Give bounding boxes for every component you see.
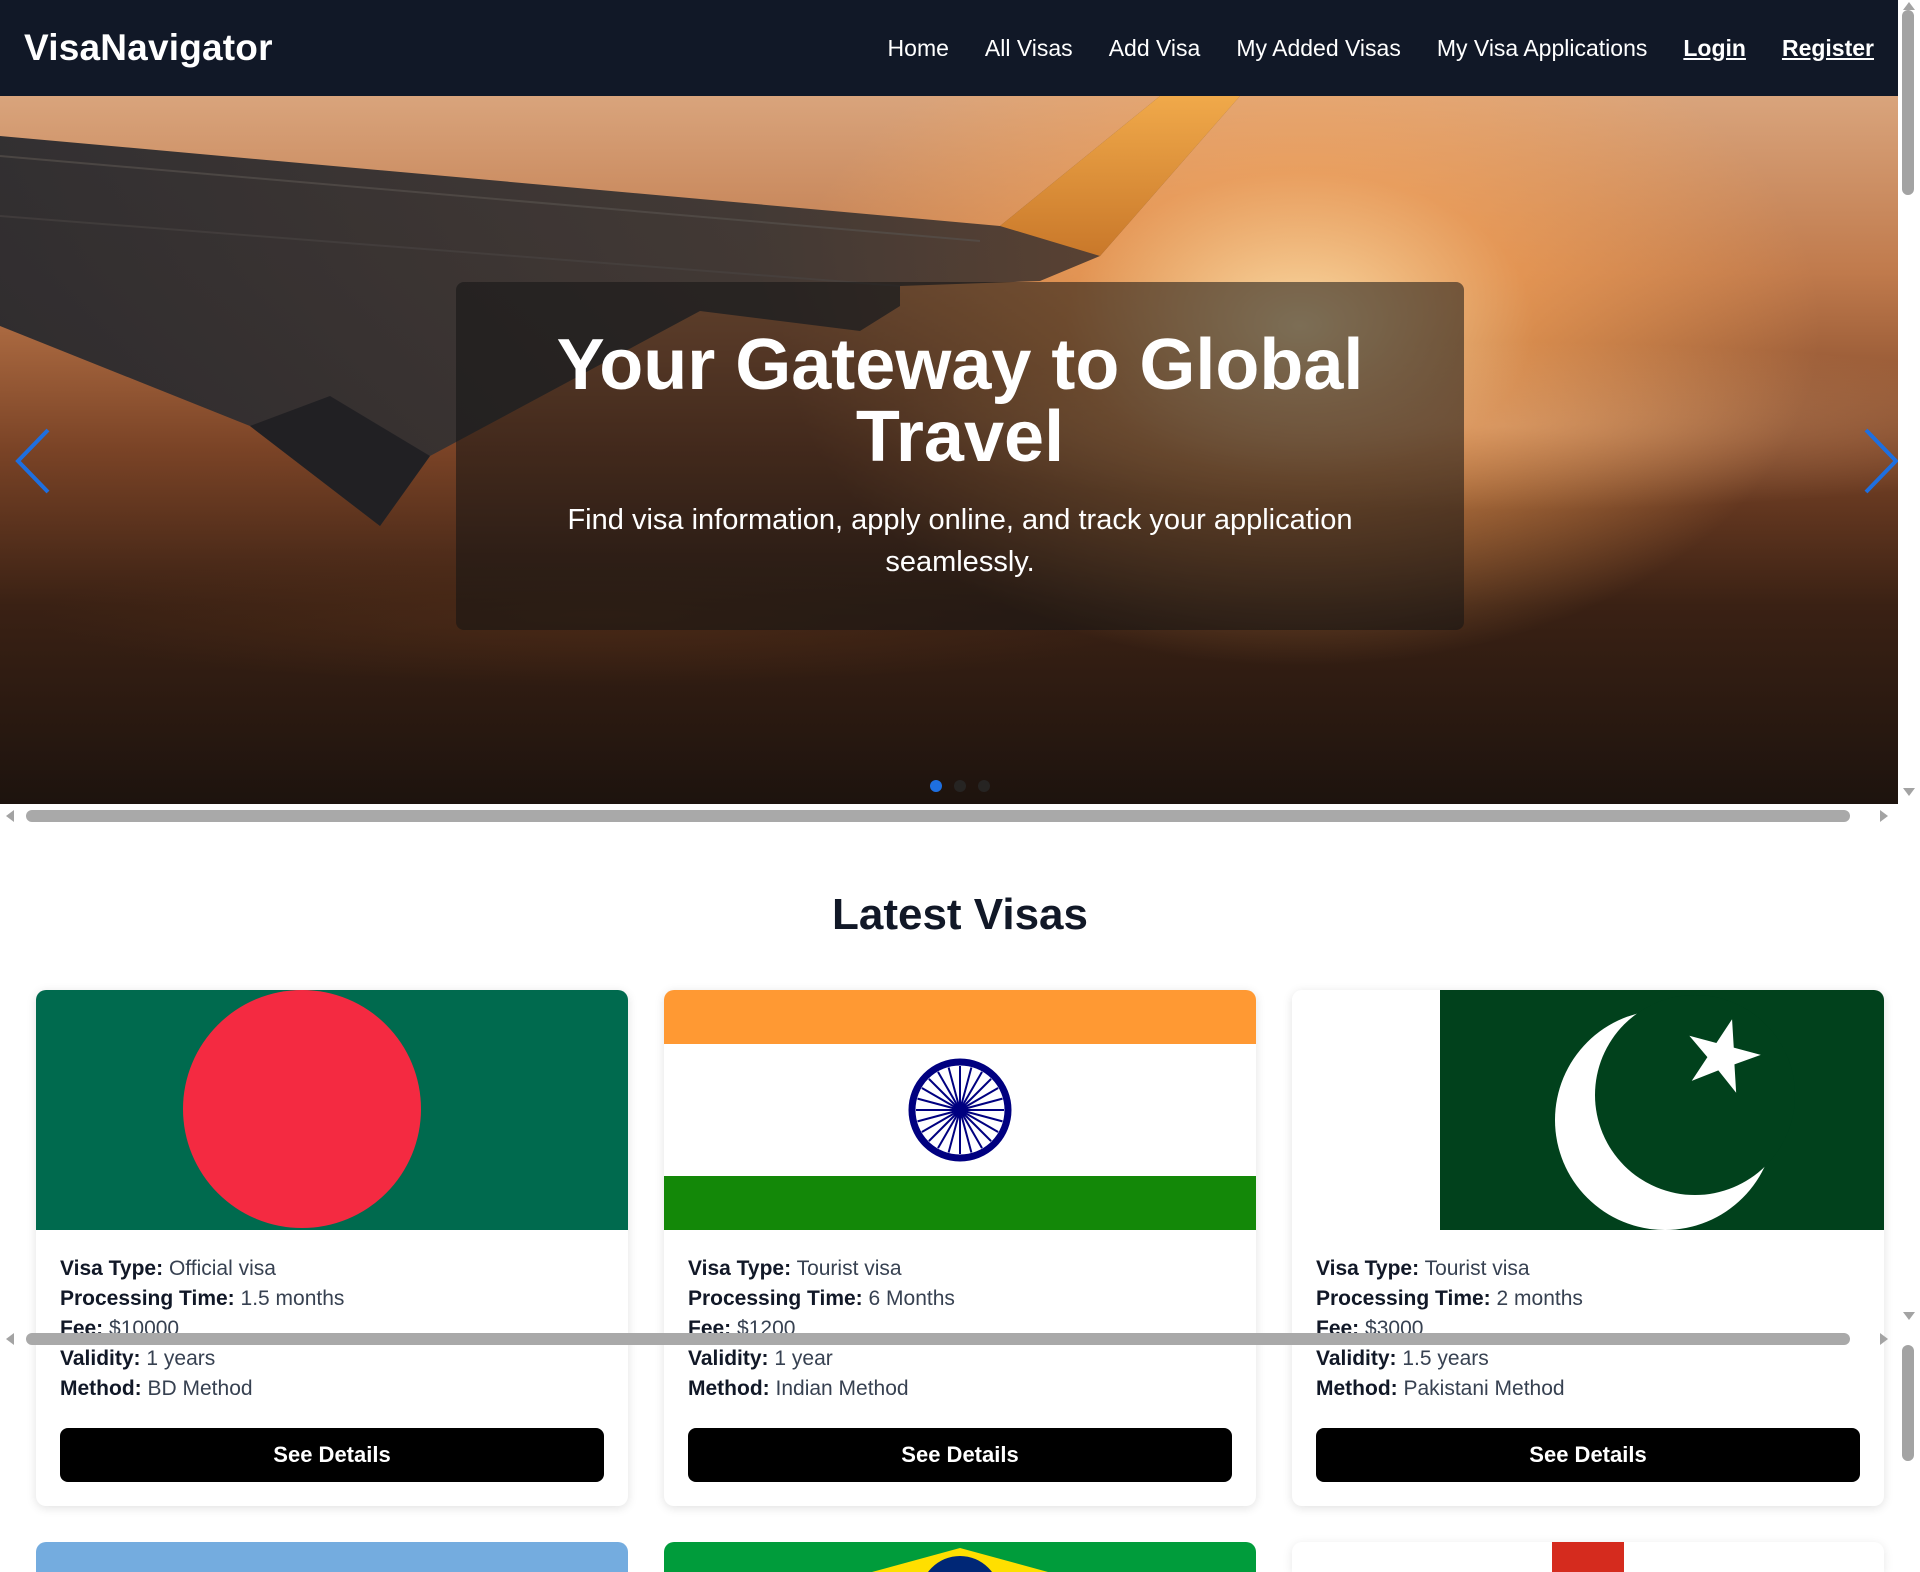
visa-type-value: Official visa [168,1257,276,1280]
validity-value: 1.5 years [1402,1347,1489,1370]
nav-register[interactable]: Register [1782,35,1874,62]
visa-type-label: Visa Type: [688,1257,792,1280]
inner-horizontal-scrollbar[interactable] [0,1328,1898,1350]
processing-time-value: 1.5 months [240,1287,345,1310]
method-label: Method: [688,1377,770,1400]
validity-value: 1 years [146,1347,216,1370]
visa-type-value: Tourist visa [1424,1257,1530,1280]
carousel-next-button[interactable] [1860,426,1898,496]
scrollbar-thumb[interactable] [1902,1345,1914,1461]
visa-card: Visa Type: Tourist visa Processing Time:… [1292,990,1884,1506]
nav-all-visas[interactable]: All Visas [985,35,1073,62]
flag-circle [183,990,421,1228]
processing-time-label: Processing Time: [1316,1287,1491,1310]
see-details-button[interactable]: See Details [60,1428,604,1482]
validity-label: Validity: [60,1347,141,1370]
navbar: VisaNavigator Home All Visas Add Visa My… [0,0,1898,96]
method-label: Method: [60,1377,142,1400]
vertical-scrollbar[interactable] [1898,0,1920,1572]
method-row: Method: Indian Method [688,1374,1232,1404]
argentina-flag [36,1542,628,1572]
flag-red-block [1552,1542,1624,1572]
chevron-left-icon [15,428,50,494]
nav-links: Home All Visas Add Visa My Added Visas M… [888,35,1874,62]
visa-type-label: Visa Type: [1316,1257,1420,1280]
visa-info: Visa Type: Tourist visa Processing Time:… [1292,1230,1884,1404]
hero-title: Your Gateway to Global Travel [556,325,1364,477]
hero-carousel: Your Gateway to Global Travel Find visa … [0,96,1898,804]
next-flag-card [1292,1542,1884,1572]
scroll-down-icon[interactable] [1903,788,1915,796]
brand-logo[interactable]: VisaNavigator [24,27,273,69]
carousel-prev-button[interactable] [14,426,54,496]
scroll-left-icon[interactable] [6,1333,14,1345]
method-row: Method: Pakistani Method [1316,1374,1860,1404]
visa-card: Visa Type: Official visa Processing Time… [36,990,628,1506]
visa-card: Visa Type: Tourist visa Processing Time:… [664,990,1256,1506]
brazil-flag [664,1542,1256,1572]
scroll-right-icon[interactable] [1880,810,1888,822]
visa-type-row: Visa Type: Tourist visa [1316,1254,1860,1284]
pakistan-flag [1292,990,1884,1230]
method-value: Indian Method [775,1377,909,1400]
validity-value: 1 year [774,1347,833,1370]
bangladesh-flag [36,990,628,1230]
see-details-button[interactable]: See Details [688,1428,1232,1482]
processing-time-value: 6 Months [868,1287,955,1310]
scroll-up-icon[interactable] [1903,2,1915,10]
nav-my-visa-applications[interactable]: My Visa Applications [1437,35,1648,62]
visa-info: Visa Type: Tourist visa Processing Time:… [664,1230,1256,1404]
see-details-button[interactable]: See Details [1316,1428,1860,1482]
chevron-right-icon [1864,428,1898,494]
processing-time-value: 2 months [1496,1287,1583,1310]
processing-time-label: Processing Time: [60,1287,235,1310]
visa-type-row: Visa Type: Tourist visa [688,1254,1232,1284]
validity-label: Validity: [1316,1347,1397,1370]
carousel-pagination [930,780,990,792]
scrollbar-thumb[interactable] [26,1333,1850,1345]
method-row: Method: BD Method [60,1374,604,1404]
visa-type-row: Visa Type: Official visa [60,1254,604,1284]
visa-info: Visa Type: Official visa Processing Time… [36,1230,628,1404]
scroll-down-icon[interactable] [1903,1312,1915,1320]
nav-home[interactable]: Home [888,35,949,62]
hero-caption-box: Your Gateway to Global Travel Find visa … [456,282,1464,630]
crescent-star-icon [1555,995,1795,1230]
processing-time-row: Processing Time: 1.5 months [60,1284,604,1314]
section-title: Latest Visas [831,890,1088,939]
india-flag [664,990,1256,1230]
carousel-dot-3[interactable] [978,780,990,792]
method-label: Method: [1316,1377,1398,1400]
scroll-left-icon[interactable] [6,810,14,822]
nav-login[interactable]: Login [1683,35,1746,62]
method-value: BD Method [147,1377,253,1400]
nav-my-added-visas[interactable]: My Added Visas [1236,35,1401,62]
nav-add-visa[interactable]: Add Visa [1109,35,1201,62]
processing-time-row: Processing Time: 2 months [1316,1284,1860,1314]
flag-green-band [664,1176,1256,1230]
method-value: Pakistani Method [1403,1377,1565,1400]
carousel-dot-2[interactable] [954,780,966,792]
processing-time-label: Processing Time: [688,1287,863,1310]
carousel-dot-1[interactable] [930,780,942,792]
visa-type-label: Visa Type: [60,1257,164,1280]
flag-saffron-band [664,990,1256,1044]
processing-time-row: Processing Time: 6 Months [688,1284,1232,1314]
hero-subtitle: Find visa information, apply online, and… [567,504,1353,578]
validity-label: Validity: [688,1347,769,1370]
horizontal-scrollbar[interactable] [0,805,1898,827]
visa-type-value: Tourist visa [796,1257,902,1280]
scrollbar-thumb[interactable] [26,810,1850,822]
ashoka-chakra-icon [908,1058,1012,1162]
scrollbar-thumb[interactable] [1902,10,1914,195]
scroll-right-icon[interactable] [1880,1333,1888,1345]
